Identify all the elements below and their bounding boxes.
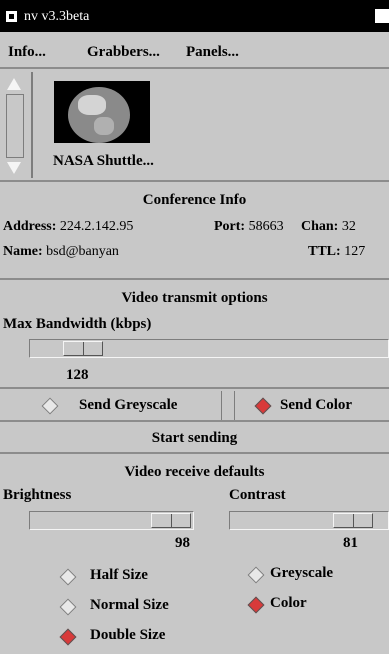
ttl-field: TTL: 127: [308, 244, 365, 260]
contrast-slider-knob[interactable]: [333, 513, 373, 528]
menu-bar: Info... Grabbers... Panels...: [0, 33, 389, 69]
bandwidth-label: Max Bandwidth (kbps): [3, 316, 152, 332]
name-value: bsd@banyan: [46, 244, 119, 259]
title-bar[interactable]: nv v3.3beta: [0, 0, 389, 32]
nv-window: nv v3.3beta Info... Grabbers... Panels..…: [0, 0, 389, 654]
send-color-label: Send Color: [280, 397, 353, 413]
ttl-value: 127: [344, 244, 366, 259]
menu-panels[interactable]: Panels...: [186, 44, 239, 61]
window-title: nv v3.3beta: [24, 9, 90, 24]
address-value: 224.2.142.95: [59, 219, 134, 234]
ttl-label: TTL:: [308, 244, 341, 259]
video-receive-defaults: Video receive defaults Brightness Contra…: [0, 455, 389, 654]
send-greyscale-button[interactable]: Send Greyscale: [0, 391, 222, 420]
chan-value: 32: [341, 219, 356, 234]
scroll-up-arrow-icon[interactable]: [7, 78, 21, 90]
bandwidth-value: 128: [66, 367, 89, 383]
brightness-label: Brightness: [3, 487, 72, 503]
start-sending-label: Start sending: [151, 430, 238, 446]
transmit-heading: Video transmit options: [121, 290, 268, 306]
send-color-button[interactable]: Send Color: [234, 391, 389, 420]
brightness-value: 98: [175, 535, 190, 551]
brightness-slider[interactable]: [29, 511, 194, 530]
contrast-value: 81: [343, 535, 358, 551]
window-menu-icon[interactable]: [6, 11, 17, 22]
send-greyscale-label: Send Greyscale: [79, 397, 178, 413]
source-list: NASA Shuttle...: [0, 70, 389, 182]
menu-info[interactable]: Info...: [8, 44, 46, 61]
half-size-radio-icon: [59, 568, 77, 586]
send-mode-row: Send Greyscale Send Color: [0, 391, 389, 422]
source-scrollbar[interactable]: [3, 72, 33, 178]
start-sending-button[interactable]: Start sending: [0, 424, 389, 454]
brightness-slider-knob[interactable]: [151, 513, 191, 528]
normal-size-radio-icon: [59, 598, 77, 616]
color-radio-icon: [247, 596, 265, 614]
chan-label: Chan:: [301, 219, 339, 234]
source-label[interactable]: NASA Shuttle...: [53, 153, 154, 170]
greyscale-label: Greyscale: [270, 565, 334, 581]
scroll-track[interactable]: [6, 94, 24, 158]
earth-thumbnail-image: [68, 87, 130, 143]
send-color-radio-icon: [254, 397, 272, 415]
bandwidth-slider-knob[interactable]: [63, 341, 103, 356]
double-size-label: Double Size: [90, 627, 166, 643]
double-size-radio-icon: [59, 628, 77, 646]
greyscale-radio-icon: [247, 566, 265, 584]
port-value: 58663: [248, 219, 284, 234]
contrast-label: Contrast: [229, 487, 286, 503]
chan-field: Chan: 32: [301, 219, 356, 235]
address-field: Address: 224.2.142.95: [3, 219, 133, 235]
menu-grabbers[interactable]: Grabbers...: [87, 44, 160, 61]
name-label: Name:: [3, 244, 43, 259]
video-transmit-options: Video transmit options Max Bandwidth (kb…: [0, 281, 389, 389]
address-label: Address:: [3, 219, 57, 234]
source-thumbnail[interactable]: [54, 81, 150, 143]
name-field: Name: bsd@banyan: [3, 244, 119, 260]
color-label: Color: [270, 595, 307, 611]
normal-size-label: Normal Size: [90, 597, 169, 613]
send-greyscale-radio-icon: [41, 397, 59, 415]
maximize-icon[interactable]: [375, 9, 389, 23]
conference-info: Conference Info Address: 224.2.142.95 Po…: [0, 183, 389, 280]
contrast-slider[interactable]: [229, 511, 389, 530]
port-field: Port: 58663: [214, 219, 284, 235]
receive-heading: Video receive defaults: [124, 464, 265, 480]
port-label: Port:: [214, 219, 246, 234]
bandwidth-slider[interactable]: [29, 339, 389, 358]
scroll-down-arrow-icon[interactable]: [7, 162, 21, 174]
conference-heading: Conference Info: [142, 192, 247, 208]
half-size-label: Half Size: [90, 567, 148, 583]
